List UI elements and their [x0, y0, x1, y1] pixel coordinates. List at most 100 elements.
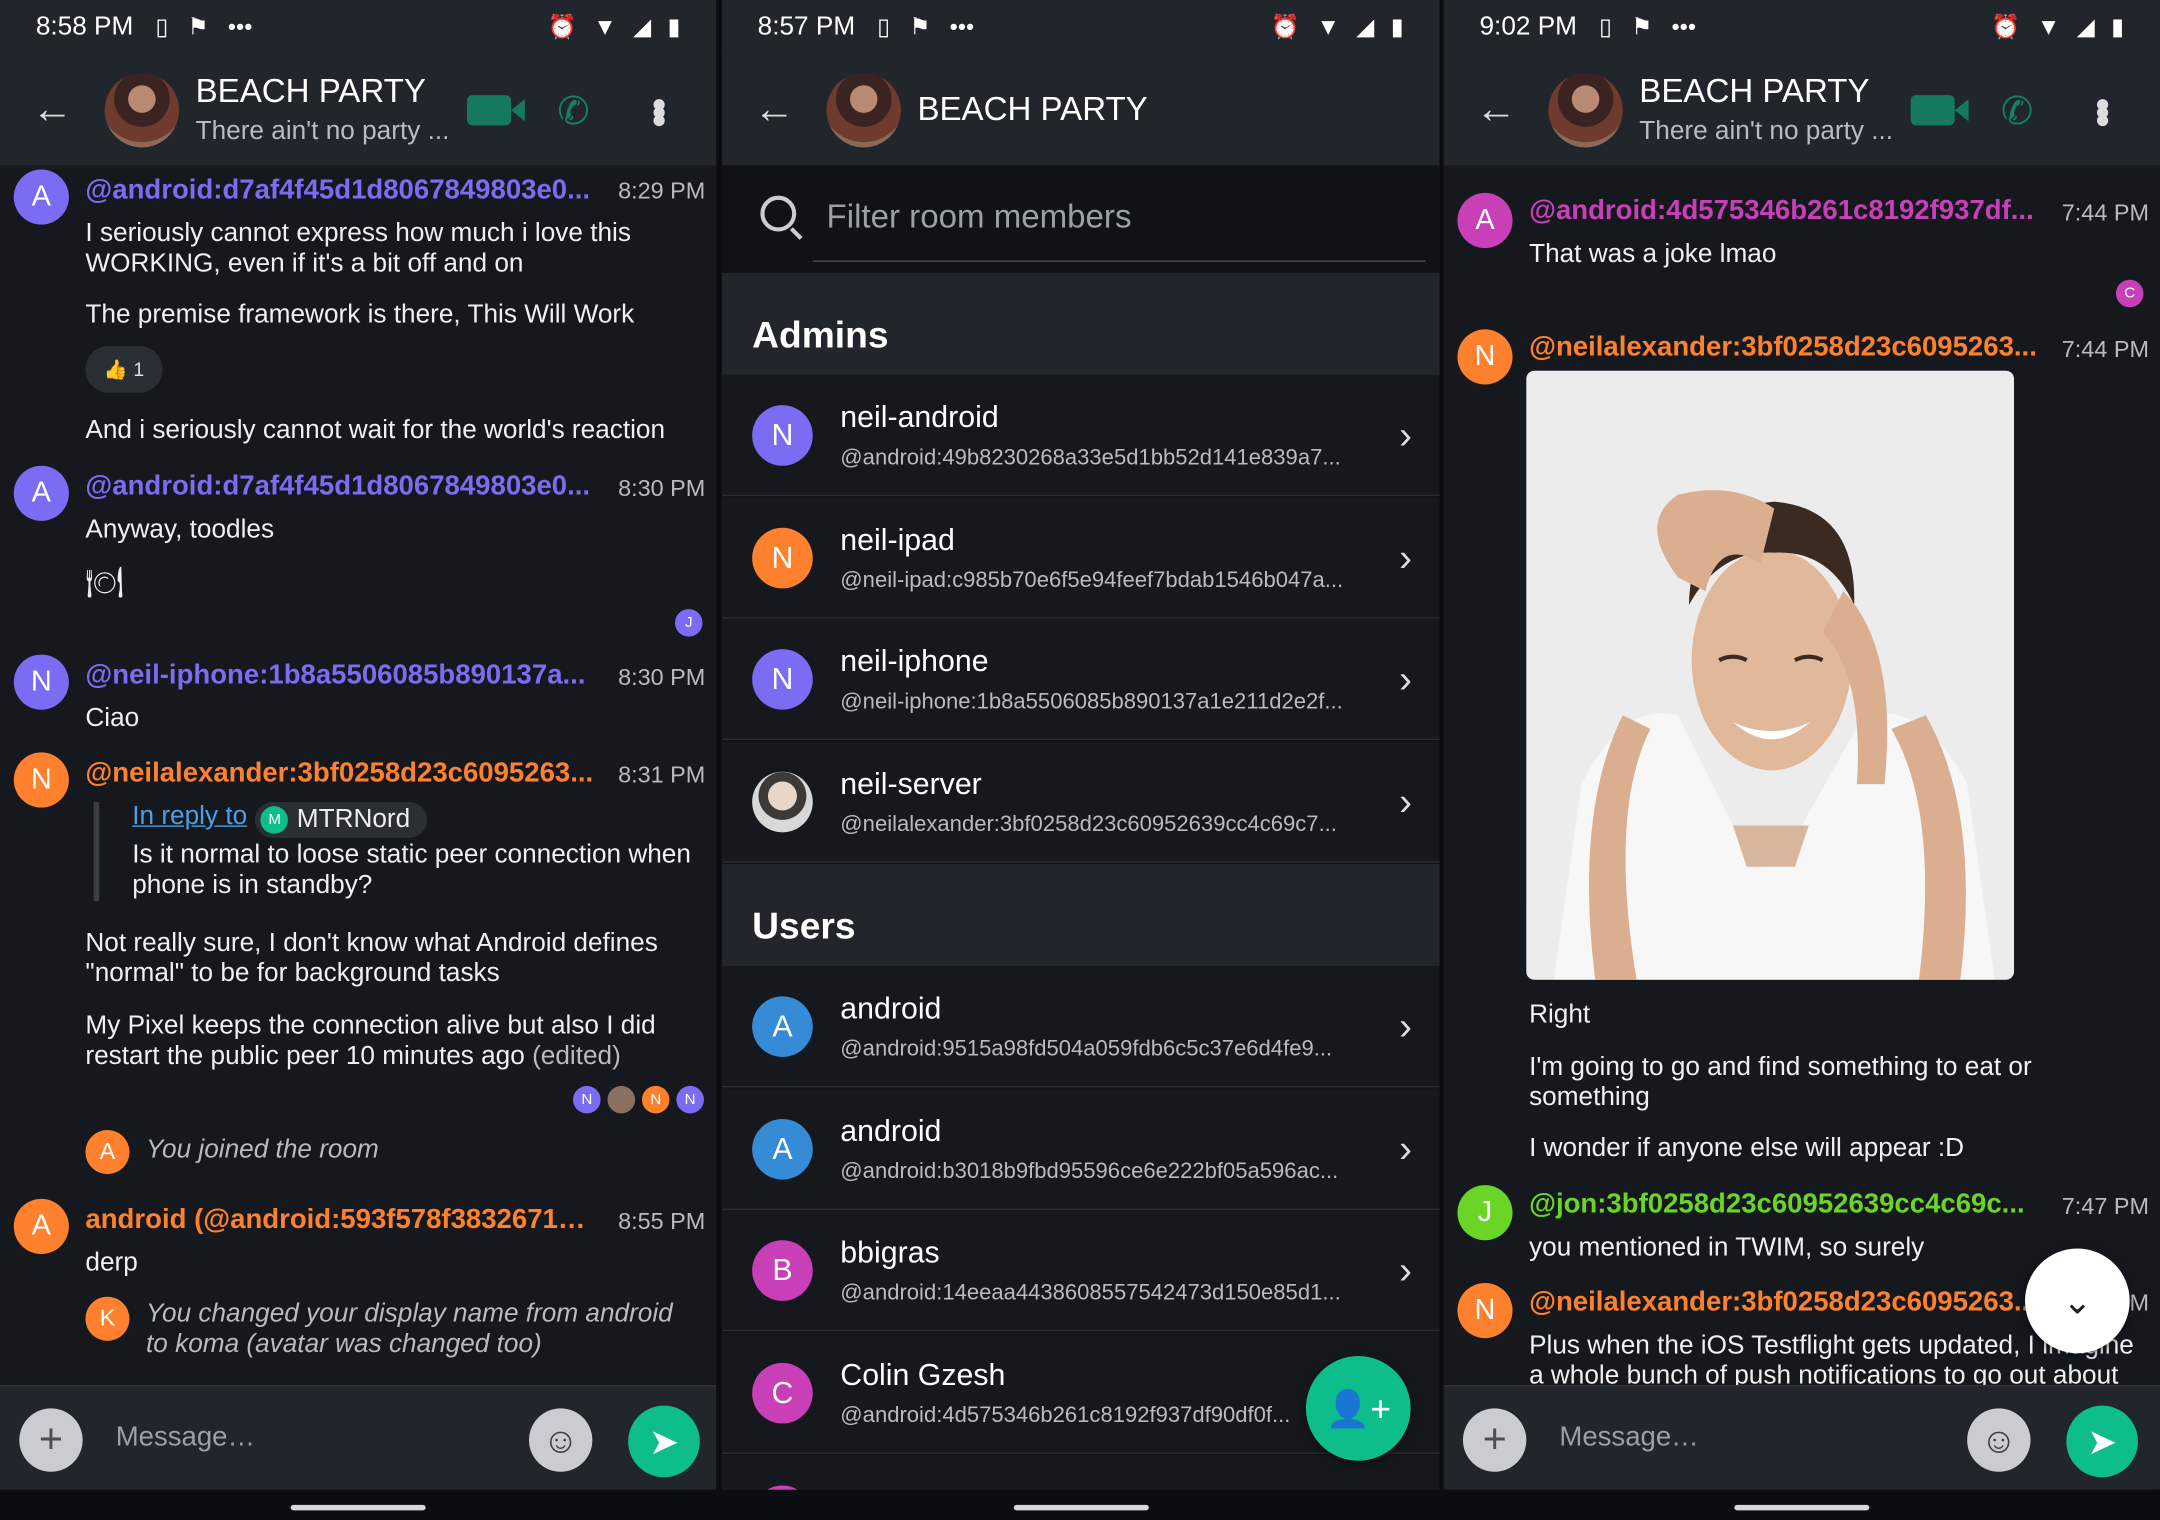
member-name: neil-server: [840, 766, 982, 801]
home-handle[interactable]: [290, 1504, 426, 1511]
back-arrow-icon[interactable]: ←: [0, 87, 105, 134]
room-name[interactable]: BEACH PARTY: [196, 73, 450, 112]
in-reply-to-link[interactable]: In reply to: [132, 802, 247, 831]
message-body: The premise framework is there, This Wil…: [85, 300, 635, 330]
sender-avatar[interactable]: N: [1457, 1282, 1513, 1339]
room-toolbar: ← BEACH PARTY There ain't no party ... ✆…: [1443, 55, 2160, 166]
read-receipt-avatar[interactable]: J: [674, 609, 703, 637]
jump-to-bottom-button[interactable]: ⌄: [2024, 1248, 2130, 1354]
member-row[interactable]: N neil-iphone @neil-iphone:1b8a5506085b8…: [721, 618, 1440, 741]
member-id: @android:49b8230268a33e5d1bb52d141e839a7…: [840, 446, 1341, 470]
invite-member-fab[interactable]: 👤+: [1305, 1356, 1411, 1461]
section-header-users: Users: [721, 864, 1440, 967]
message-timeline[interactable]: A @android:4d575346b261c8192f937df... 7:…: [1444, 165, 2160, 1385]
member-row[interactable]: N neil-android @android:49b8230268a33e5d…: [721, 374, 1440, 497]
sender-avatar[interactable]: N: [13, 654, 69, 710]
video-call-icon[interactable]: [1910, 95, 1968, 126]
member-row[interactable]: neil-server @neilalexander:3bf0258d23c60…: [721, 741, 1440, 863]
read-receipt-avatar[interactable]: [607, 1085, 636, 1114]
cast-icon: ⚑: [187, 13, 209, 40]
message-timeline[interactable]: A @android:d7af4f45d1d8067849803e0... 8:…: [0, 165, 716, 1385]
more-options-icon[interactable]: •••: [636, 98, 681, 122]
read-receipt-avatar[interactable]: N: [676, 1085, 704, 1114]
room-avatar[interactable]: [104, 73, 180, 148]
more-notifications-icon: •••: [949, 13, 975, 40]
back-arrow-icon[interactable]: ←: [722, 87, 827, 134]
sender-avatar[interactable]: N: [13, 752, 69, 808]
member-name: neil-android: [840, 399, 999, 435]
sender-name[interactable]: @neilalexander:3bf0258d23c6095263...: [1529, 1287, 2039, 1319]
read-receipt-avatar[interactable]: N: [641, 1085, 670, 1114]
chevron-right-icon: ›: [1399, 1004, 1412, 1048]
reply-quote[interactable]: In reply to M MTRNord Is it normal to loos…: [93, 802, 700, 902]
message-body: Not really sure, I don't know what Andro…: [85, 928, 658, 989]
sender-avatar[interactable]: N: [1457, 329, 1513, 385]
send-icon[interactable]: ➤: [628, 1405, 700, 1478]
sender-avatar[interactable]: A: [13, 465, 69, 521]
attachment-plus-icon[interactable]: +: [19, 1408, 83, 1472]
room-avatar[interactable]: [826, 73, 901, 148]
battery-icon: ▮: [1390, 13, 1404, 40]
sender-avatar[interactable]: J: [1457, 1185, 1513, 1241]
message-body: derp: [85, 1248, 138, 1278]
sender-name[interactable]: android (@android:593f578f38326712...: [85, 1204, 595, 1236]
more-options-icon[interactable]: •••: [2080, 98, 2124, 122]
filter-members-input[interactable]: Filter room members: [827, 198, 1132, 237]
sender-name[interactable]: @neilalexander:3bf0258d23c6095263...: [85, 758, 595, 790]
message-input[interactable]: Message…: [116, 1422, 255, 1454]
message-input[interactable]: Message…: [1559, 1422, 1698, 1454]
home-handle[interactable]: [1013, 1504, 1149, 1511]
member-row[interactable]: A android @android:9515a98fd504a059fdb6c…: [721, 966, 1440, 1088]
wifi-icon: ▼: [593, 13, 617, 40]
sender-name[interactable]: @jon:3bf0258d23c60952639cc4c69c...: [1529, 1189, 2039, 1221]
sender-avatar[interactable]: A: [1457, 192, 1513, 249]
back-arrow-icon[interactable]: ←: [1444, 87, 1549, 134]
emoji-icon[interactable]: ☺: [1967, 1408, 2031, 1472]
user-pill[interactable]: M MTRNord: [255, 802, 427, 838]
signal-icon: ◢: [633, 13, 652, 40]
more-notifications-icon: •••: [227, 13, 253, 40]
read-receipt-avatar[interactable]: N: [573, 1085, 601, 1114]
edited-label[interactable]: (edited): [532, 1042, 621, 1071]
sender-name[interactable]: @android:4d575346b261c8192f937df...: [1529, 196, 2039, 228]
attachment-plus-icon[interactable]: +: [1462, 1408, 1527, 1472]
home-handle[interactable]: [1734, 1504, 1870, 1511]
thumbs-up-icon: 👍: [103, 357, 128, 380]
message-composer: + Message… ☺ ➤: [0, 1384, 717, 1490]
room-topic[interactable]: There ain't no party ...: [196, 117, 450, 147]
video-call-icon[interactable]: [466, 95, 525, 126]
member-row[interactable]: A android @android:b3018b9fbd95596ce6e22…: [721, 1088, 1440, 1210]
image-attachment[interactable]: [1526, 370, 2014, 980]
sender-name[interactable]: @android:d7af4f45d1d8067849803e0...: [85, 175, 595, 207]
room-avatar[interactable]: [1548, 73, 1623, 148]
room-topic[interactable]: There ain't no party ...: [1639, 117, 1893, 147]
message-body: Right: [1529, 1000, 1591, 1030]
sender-avatar[interactable]: A: [13, 1198, 69, 1255]
message-body: And i seriously cannot wait for the worl…: [85, 416, 666, 446]
room-name[interactable]: BEACH PARTY: [1639, 73, 1893, 112]
chevron-right-icon: ›: [1399, 1248, 1412, 1292]
message-body: 🍽: [85, 565, 124, 600]
room-members-panel: 8:57 PM ▯ ⚑ ••• ⏰ ▼ ◢ ▮ ← BEACH PARTY Filte…: [721, 0, 1440, 1520]
room-timeline-panel: 9:02 PM ▯ ⚑ ••• ⏰ ▼ ◢ ▮ ← BEACH PARTY There…: [1443, 0, 2160, 1520]
voice-call-icon[interactable]: ✆: [557, 88, 589, 133]
reply-text: Is it normal to loose static peer connec…: [132, 840, 691, 900]
sender-name[interactable]: @android:d7af4f45d1d8067849803e0...: [85, 471, 595, 503]
battery-icon: ▮: [2111, 13, 2125, 40]
more-notifications-icon: •••: [1671, 13, 1697, 40]
voice-call-icon[interactable]: ✆: [2001, 88, 2033, 133]
sender-name[interactable]: @neilalexander:3bf0258d23c6095263...: [1529, 332, 2039, 364]
send-icon[interactable]: ➤: [2066, 1405, 2138, 1478]
member-filter: Filter room members: [721, 165, 1440, 273]
sender-avatar[interactable]: A: [13, 169, 69, 225]
member-row[interactable]: N neil-ipad @neil-ipad:c985b70e6f5e94fee…: [721, 497, 1440, 619]
emoji-icon[interactable]: ☺: [528, 1408, 593, 1472]
room-name[interactable]: BEACH PARTY: [917, 91, 1147, 130]
sender-name[interactable]: @neil-iphone:1b8a5506085b890137a...: [85, 660, 595, 692]
member-avatar: A: [752, 996, 813, 1057]
member-row[interactable]: B bbigras @android:14eeaa443860855754247…: [721, 1209, 1440, 1332]
user-pill-avatar: M: [260, 806, 289, 834]
reaction-chip[interactable]: 👍 1: [85, 345, 163, 393]
wifi-icon: ▼: [1316, 13, 1340, 40]
read-receipt-avatar[interactable]: C: [2115, 279, 2144, 308]
